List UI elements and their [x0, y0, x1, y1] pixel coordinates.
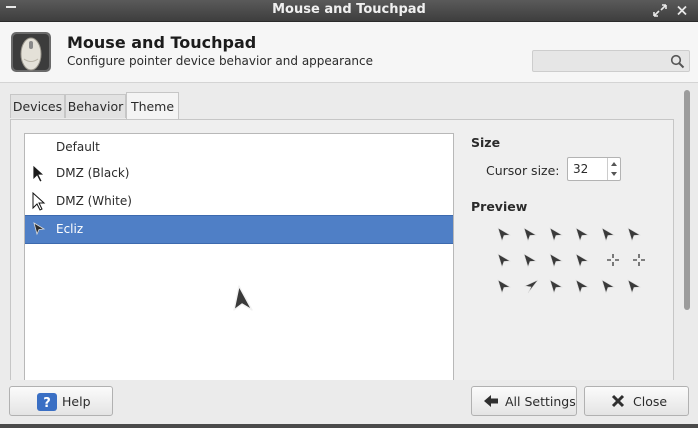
theme-row-label: DMZ (White) [56, 194, 132, 208]
cursor-size-label: Cursor size: [486, 163, 560, 178]
preview-cursor-icon [497, 227, 511, 242]
dialog-button-bar: ? Help All Settings Close [0, 380, 698, 428]
theme-row-label: Ecliz [56, 222, 84, 236]
svg-text:?: ? [43, 396, 51, 411]
all-settings-button-label: All Settings [505, 394, 576, 409]
search-input[interactable] [537, 52, 669, 72]
preview-cursor-icon [523, 279, 539, 294]
help-button-label: Help [62, 394, 91, 409]
white-arrow-cursor-icon [32, 192, 46, 211]
preview-cursor-icon [523, 253, 537, 268]
tab-devices[interactable]: Devices [10, 94, 65, 118]
preview-cursor-icon [601, 279, 615, 294]
preview-cursor-icon [523, 227, 537, 242]
preview-cursor-icon [575, 253, 589, 268]
help-icon: ? [37, 393, 57, 411]
theme-row-default[interactable]: Default [25, 134, 453, 161]
mouse-icon [11, 32, 51, 72]
tab-theme[interactable]: Theme [126, 92, 179, 120]
theme-row-dmz-white[interactable]: DMZ (White) [25, 188, 453, 215]
preview-cursor-icon [549, 227, 563, 242]
theme-row-label: DMZ (Black) [56, 166, 130, 180]
dialog-header: Mouse and Touchpad Configure pointer dev… [0, 22, 698, 83]
search-icon[interactable] [670, 54, 685, 69]
tab-theme-label: Theme [130, 99, 175, 114]
tab-devices-label: Devices [12, 99, 63, 114]
help-button[interactable]: ? Help [9, 386, 113, 416]
spin-arrows-icon[interactable] [607, 158, 620, 180]
theme-row-dmz-black[interactable]: DMZ (Black) [25, 160, 453, 187]
preview-cursor-icon [575, 227, 589, 242]
theme-panel: Default DMZ (Black) DMZ (White) Ecliz Si… [10, 119, 674, 393]
page-title: Mouse and Touchpad [67, 33, 257, 52]
cursor-theme-list[interactable]: Default DMZ (Black) DMZ (White) Ecliz [24, 133, 454, 393]
preview-cursor-icon [497, 253, 511, 268]
all-settings-button[interactable]: All Settings [471, 386, 577, 416]
close-x-icon [611, 394, 625, 408]
preview-cursor-icon [627, 227, 641, 242]
page-subtitle: Configure pointer device behavior and ap… [67, 54, 374, 68]
crosshair-cursor-icon [607, 254, 619, 266]
scrollbar-thumb[interactable] [684, 90, 690, 310]
preview-heading: Preview [471, 199, 528, 214]
preview-cursor-icon [549, 253, 563, 268]
preview-cursor-icon [497, 279, 511, 294]
theme-row-label: Default [56, 140, 100, 154]
size-heading: Size [471, 135, 501, 150]
maximize-icon[interactable] [652, 3, 668, 18]
preview-cursor-icon [575, 279, 589, 294]
window-title: Mouse and Touchpad [272, 2, 426, 17]
window-bottom-border [0, 424, 698, 428]
ecliz-arrow-cursor-icon [33, 222, 46, 236]
tab-behavior[interactable]: Behavior [65, 94, 126, 118]
crosshair-cursor-icon [633, 254, 645, 266]
close-window-icon[interactable] [675, 3, 689, 18]
window-titlebar: Mouse and Touchpad [0, 0, 698, 22]
close-button[interactable]: Close [584, 386, 689, 416]
vertical-scrollbar[interactable] [683, 90, 691, 390]
preview-cursor-icon [601, 227, 615, 242]
close-button-label: Close [633, 394, 668, 409]
theme-row-ecliz[interactable]: Ecliz [25, 215, 453, 244]
cursor-size-value[interactable]: 32 [573, 162, 588, 176]
tab-behavior-label: Behavior [67, 99, 124, 114]
back-arrow-icon [484, 395, 498, 407]
cursor-preview-grid [497, 227, 645, 294]
cursor-size-spinbutton[interactable]: 32 [567, 157, 621, 181]
preview-cursor-icon [627, 279, 641, 294]
mouse-pointer-icon [233, 285, 253, 311]
preview-cursor-icon [549, 279, 563, 294]
search-field[interactable] [532, 50, 690, 72]
black-arrow-cursor-icon [32, 164, 46, 183]
